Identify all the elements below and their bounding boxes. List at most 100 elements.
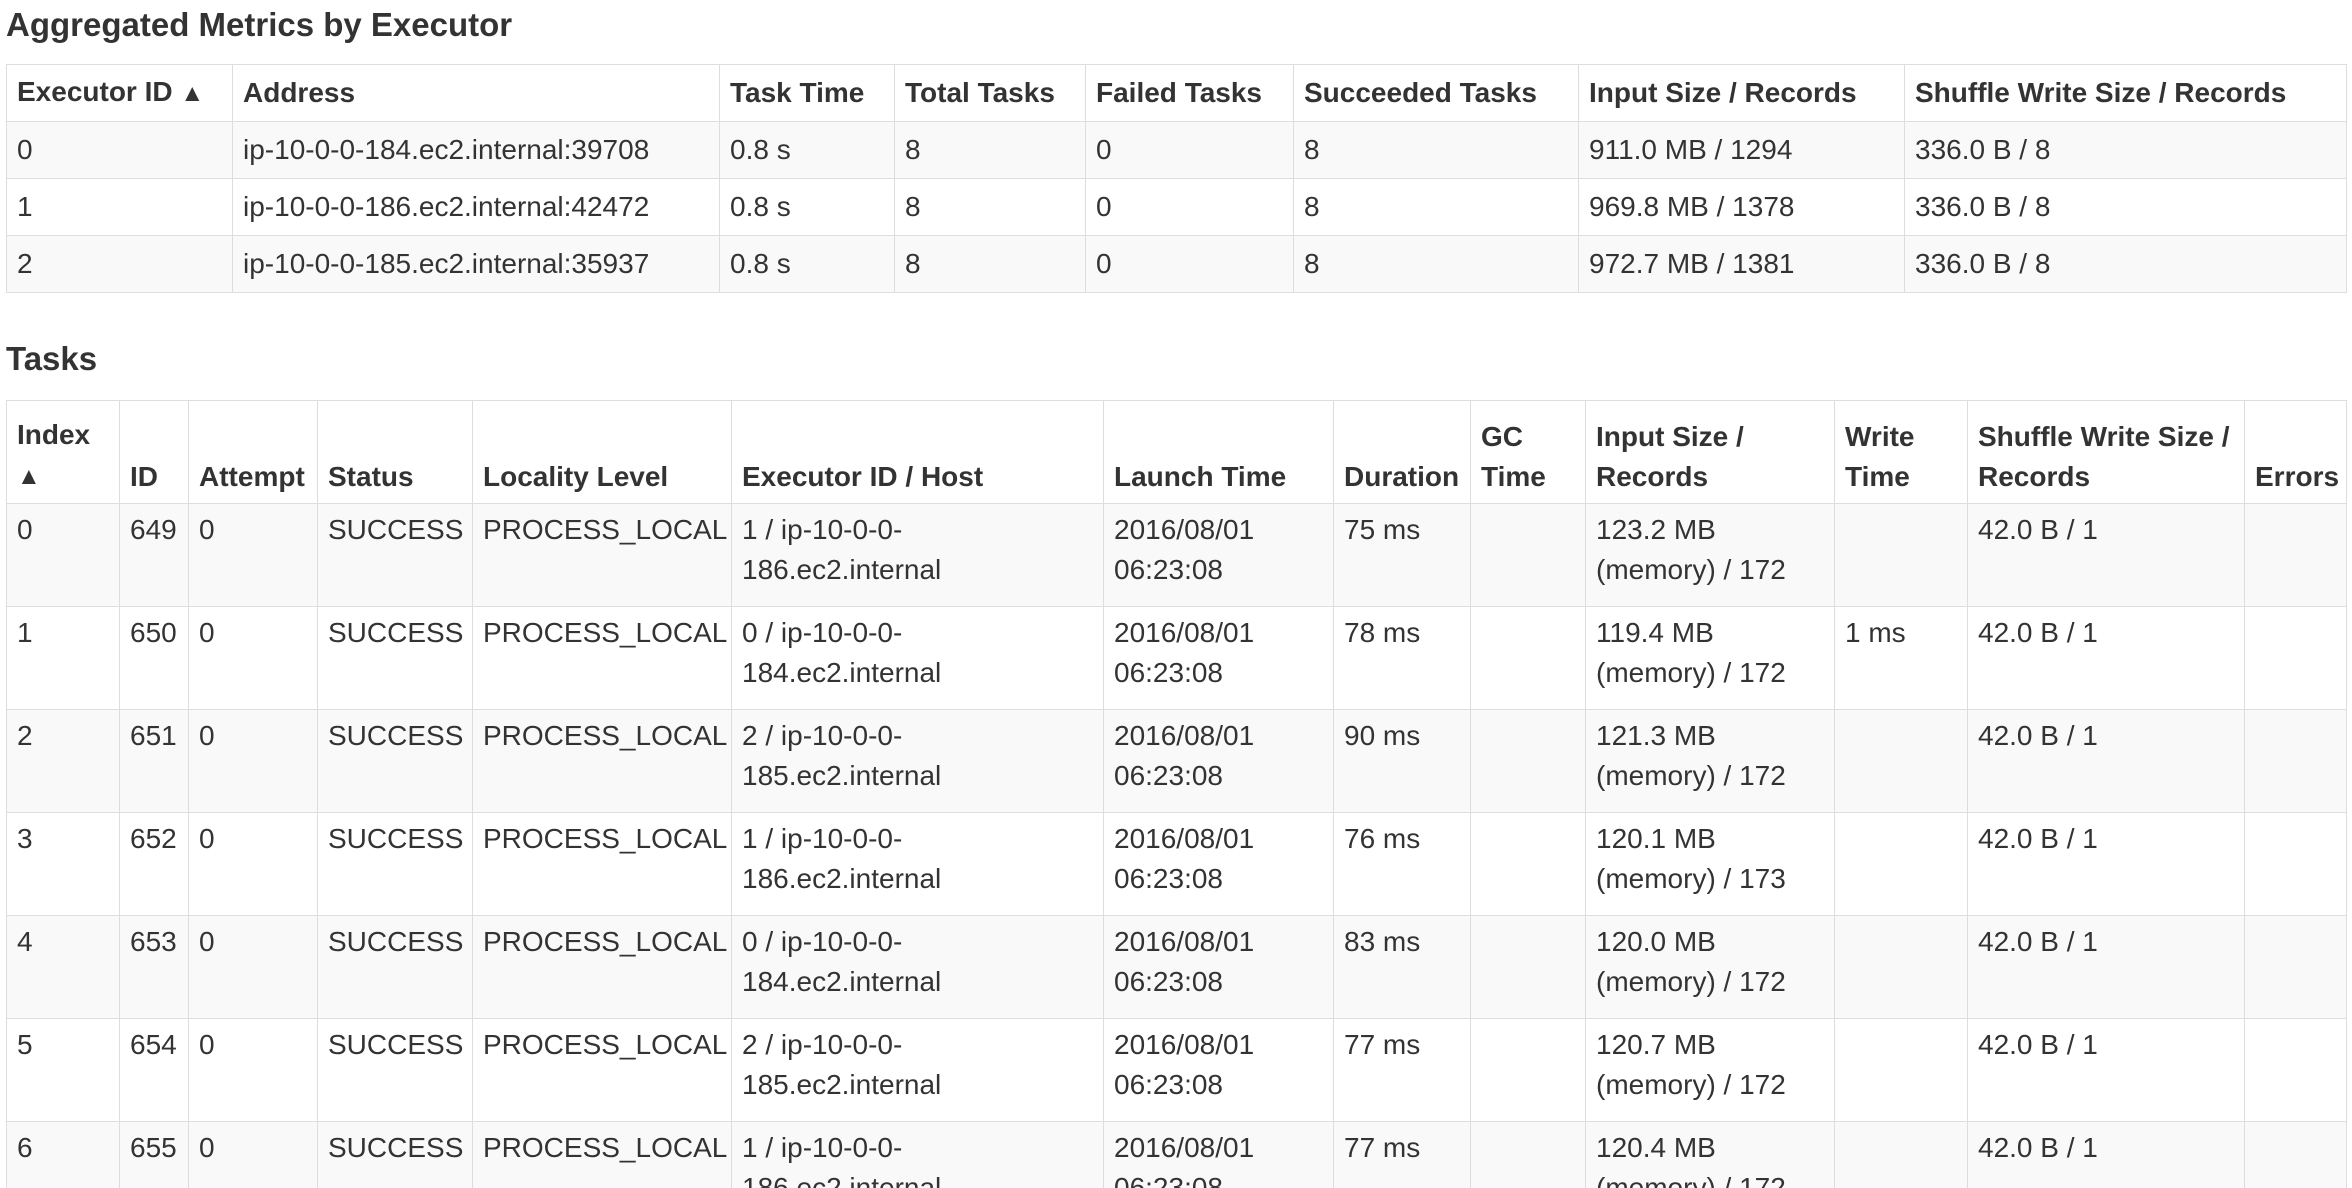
cell-duration: 75 ms bbox=[1333, 503, 1471, 607]
column-header-status[interactable]: Status bbox=[317, 400, 473, 504]
cell-attempt: 0 bbox=[188, 915, 318, 1019]
cell-locality-level: PROCESS_LOCAL bbox=[472, 1121, 732, 1188]
cell-shuffle-write: 42.0 B / 1 bbox=[1967, 915, 2245, 1019]
aggregated-metrics-title: Aggregated Metrics by Executor bbox=[6, 6, 513, 43]
column-header-succeeded-tasks[interactable]: Succeeded Tasks bbox=[1293, 64, 1579, 122]
cell-errors bbox=[2244, 812, 2347, 916]
cell-duration: 77 ms bbox=[1333, 1018, 1471, 1122]
cell-shuffle-write: 336.0 B / 8 bbox=[1904, 121, 2347, 179]
table-row: 4 653 0 SUCCESS PROCESS_LOCAL 0 / ip-10-… bbox=[6, 915, 2347, 1019]
column-header-failed-tasks[interactable]: Failed Tasks bbox=[1085, 64, 1294, 122]
cell-launch-time: 2016/08/01 06:23:08 bbox=[1103, 709, 1334, 813]
cell-attempt: 0 bbox=[188, 812, 318, 916]
sort-ascending-icon: ▲ bbox=[180, 80, 205, 107]
cell-shuffle-write: 42.0 B / 1 bbox=[1967, 503, 2245, 607]
column-header-address[interactable]: Address bbox=[232, 64, 720, 122]
cell-id: 654 bbox=[119, 1018, 189, 1122]
table-row: 1 650 0 SUCCESS PROCESS_LOCAL 0 / ip-10-… bbox=[6, 606, 2347, 710]
cell-launch-time: 2016/08/01 06:23:08 bbox=[1103, 1121, 1334, 1188]
cell-shuffle-write: 42.0 B / 1 bbox=[1967, 812, 2245, 916]
column-header-total-tasks[interactable]: Total Tasks bbox=[894, 64, 1086, 122]
cell-attempt: 0 bbox=[188, 503, 318, 607]
cell-input-size: 119.4 MB (memory) / 172 bbox=[1585, 606, 1835, 710]
column-header-launch-time[interactable]: Launch Time bbox=[1103, 400, 1334, 504]
cell-shuffle-write: 42.0 B / 1 bbox=[1967, 606, 2245, 710]
column-header-task-time[interactable]: Task Time bbox=[719, 64, 895, 122]
cell-attempt: 0 bbox=[188, 606, 318, 710]
cell-status: SUCCESS bbox=[317, 606, 473, 710]
cell-write-time bbox=[1834, 1018, 1968, 1122]
column-header-duration[interactable]: Duration bbox=[1333, 400, 1471, 504]
column-header-attempt[interactable]: Attempt bbox=[188, 400, 318, 504]
cell-total-tasks: 8 bbox=[894, 121, 1086, 179]
cell-executor-host: 2 / ip-10-0-0-185.ec2.internal bbox=[731, 1018, 1104, 1122]
cell-status: SUCCESS bbox=[317, 1121, 473, 1188]
cell-status: SUCCESS bbox=[317, 915, 473, 1019]
cell-executor-host: 0 / ip-10-0-0-184.ec2.internal bbox=[731, 915, 1104, 1019]
cell-attempt: 0 bbox=[188, 1018, 318, 1122]
cell-executor-host: 1 / ip-10-0-0-186.ec2.internal bbox=[731, 503, 1104, 607]
cell-errors bbox=[2244, 606, 2347, 710]
column-header-executor-host[interactable]: Executor ID / Host bbox=[731, 400, 1104, 504]
cell-id: 649 bbox=[119, 503, 189, 607]
cell-input-size: 120.7 MB (memory) / 172 bbox=[1585, 1018, 1835, 1122]
column-header-input-size[interactable]: Input Size / Records bbox=[1585, 400, 1835, 504]
cell-locality-level: PROCESS_LOCAL bbox=[472, 709, 732, 813]
column-header-shuffle-write[interactable]: Shuffle Write Size / Records bbox=[1904, 64, 2347, 122]
cell-total-tasks: 8 bbox=[894, 178, 1086, 236]
cell-write-time bbox=[1834, 915, 1968, 1019]
cell-gc-time bbox=[1470, 1121, 1586, 1188]
cell-input-size: 911.0 MB / 1294 bbox=[1578, 121, 1905, 179]
cell-launch-time: 2016/08/01 06:23:08 bbox=[1103, 1018, 1334, 1122]
cell-input-size: 972.7 MB / 1381 bbox=[1578, 235, 1905, 293]
cell-failed-tasks: 0 bbox=[1085, 121, 1294, 179]
column-header-gc-time[interactable]: GC Time bbox=[1470, 400, 1586, 504]
cell-executor-host: 1 / ip-10-0-0-186.ec2.internal bbox=[731, 1121, 1104, 1188]
column-header-id[interactable]: ID bbox=[119, 400, 189, 504]
table-row: 0 ip-10-0-0-184.ec2.internal:39708 0.8 s… bbox=[6, 121, 2347, 179]
cell-index: 5 bbox=[6, 1018, 120, 1122]
cell-gc-time bbox=[1470, 812, 1586, 916]
cell-locality-level: PROCESS_LOCAL bbox=[472, 503, 732, 607]
cell-gc-time bbox=[1470, 709, 1586, 813]
cell-address: ip-10-0-0-185.ec2.internal:35937 bbox=[232, 235, 720, 293]
table-row: 3 652 0 SUCCESS PROCESS_LOCAL 1 / ip-10-… bbox=[6, 812, 2347, 916]
aggregated-metrics-table: Executor ID ▲ Address Task Time Total Ta… bbox=[6, 64, 2347, 293]
cell-executor-host: 0 / ip-10-0-0-184.ec2.internal bbox=[731, 606, 1104, 710]
cell-duration: 83 ms bbox=[1333, 915, 1471, 1019]
cell-status: SUCCESS bbox=[317, 709, 473, 813]
cell-succeeded-tasks: 8 bbox=[1293, 178, 1579, 236]
table-row: 1 ip-10-0-0-186.ec2.internal:42472 0.8 s… bbox=[6, 178, 2347, 236]
column-header-locality-level[interactable]: Locality Level bbox=[472, 400, 732, 504]
tasks-title: Tasks bbox=[6, 340, 98, 377]
cell-index: 0 bbox=[6, 503, 120, 607]
cell-index: 2 bbox=[6, 709, 120, 813]
cell-shuffle-write: 42.0 B / 1 bbox=[1967, 709, 2245, 813]
cell-locality-level: PROCESS_LOCAL bbox=[472, 1018, 732, 1122]
table-row: 0 649 0 SUCCESS PROCESS_LOCAL 1 / ip-10-… bbox=[6, 503, 2347, 607]
cell-id: 655 bbox=[119, 1121, 189, 1188]
column-header-index[interactable]: Index ▲ bbox=[6, 400, 120, 504]
cell-launch-time: 2016/08/01 06:23:08 bbox=[1103, 915, 1334, 1019]
cell-launch-time: 2016/08/01 06:23:08 bbox=[1103, 503, 1334, 607]
cell-write-time bbox=[1834, 503, 1968, 607]
sort-ascending-icon: ▲ bbox=[17, 463, 41, 490]
cell-index: 3 bbox=[6, 812, 120, 916]
column-header-write-time[interactable]: Write Time bbox=[1834, 400, 1968, 504]
cell-shuffle-write: 42.0 B / 1 bbox=[1967, 1121, 2245, 1188]
column-header-label: Index bbox=[17, 419, 91, 450]
column-header-input-size[interactable]: Input Size / Records bbox=[1578, 64, 1905, 122]
column-header-executor-id[interactable]: Executor ID ▲ bbox=[6, 64, 233, 122]
cell-executor-id: 2 bbox=[6, 235, 233, 293]
cell-index: 4 bbox=[6, 915, 120, 1019]
cell-task-time: 0.8 s bbox=[719, 235, 895, 293]
column-header-errors[interactable]: Errors bbox=[2244, 400, 2347, 504]
column-header-shuffle-write[interactable]: Shuffle Write Size / Records bbox=[1967, 400, 2245, 504]
cell-locality-level: PROCESS_LOCAL bbox=[472, 915, 732, 1019]
cell-address: ip-10-0-0-186.ec2.internal:42472 bbox=[232, 178, 720, 236]
cell-succeeded-tasks: 8 bbox=[1293, 235, 1579, 293]
cell-input-size: 121.3 MB (memory) / 172 bbox=[1585, 709, 1835, 813]
cell-shuffle-write: 42.0 B / 1 bbox=[1967, 1018, 2245, 1122]
cell-input-size: 120.0 MB (memory) / 172 bbox=[1585, 915, 1835, 1019]
cell-duration: 76 ms bbox=[1333, 812, 1471, 916]
